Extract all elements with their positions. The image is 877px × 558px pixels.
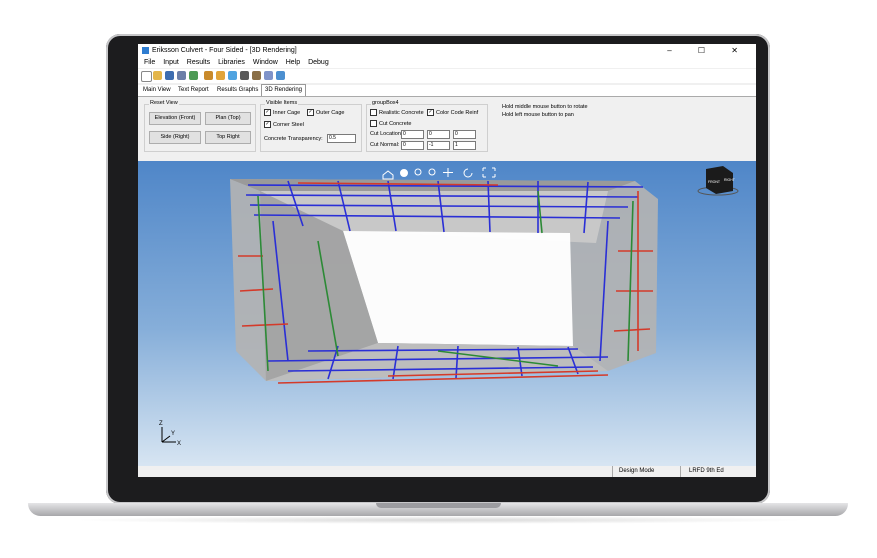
menu-bar: File Input Results Libraries Window Help… — [138, 57, 756, 68]
pencil-icon[interactable] — [216, 71, 225, 80]
reset-view-title: Reset View — [149, 100, 179, 106]
top-right-button[interactable]: Top Right — [205, 131, 251, 144]
app-icon — [142, 47, 149, 54]
view-cube[interactable]: FRONT RIGHT — [697, 166, 739, 196]
new-file-icon[interactable] — [141, 71, 152, 82]
plan-top-button[interactable]: Plan (Top) — [205, 112, 251, 125]
axis-y-label: Y — [171, 431, 175, 437]
check-icon: ✓ — [427, 109, 434, 116]
reset-view-group: Reset View Elevation (Front) Plan (Top) … — [144, 100, 256, 152]
window-title: Eriksson Culvert - Four Sided - [3D Rend… — [152, 47, 297, 54]
outer-cage-label: Outer Cage — [316, 109, 345, 116]
tools-icon[interactable] — [252, 71, 261, 80]
checkbox-box — [370, 120, 377, 127]
axis-x-label: X — [177, 441, 181, 447]
control-panel: Reset View Elevation (Front) Plan (Top) … — [138, 97, 756, 159]
cut-concrete-checkbox[interactable]: Cut Concrete — [370, 120, 411, 128]
cube-right-label: RIGHT — [724, 178, 736, 182]
menu-debug[interactable]: Debug — [308, 59, 329, 66]
status-mode: Design Mode — [612, 466, 685, 477]
tab-strip: Main View Text Report Results Graphs 3D … — [138, 84, 756, 97]
zoom-in-icon[interactable] — [414, 168, 422, 176]
zoom-window-icon[interactable] — [400, 169, 408, 177]
cube-front-label: FRONT — [708, 180, 721, 184]
status-code: LRFD 9th Ed — [680, 466, 756, 477]
menu-libraries[interactable]: Libraries — [218, 59, 245, 66]
culvert-opening — [343, 231, 573, 346]
menu-help[interactable]: Help — [286, 59, 300, 66]
realistic-concrete-checkbox[interactable]: Realistic Concrete — [370, 109, 424, 117]
check-icon: ✓ — [307, 109, 314, 116]
inner-cage-checkbox[interactable]: ✓ Inner Cage — [264, 109, 300, 117]
tab-main-view[interactable]: Main View — [140, 85, 174, 95]
window-icon[interactable] — [276, 71, 285, 80]
outer-cage-checkbox[interactable]: ✓ Outer Cage — [307, 109, 344, 117]
checkbox-box — [370, 109, 377, 116]
menu-window[interactable]: Window — [253, 59, 278, 66]
transparency-label: Concrete Transparency: — [264, 136, 323, 142]
cut-normal-z-input[interactable]: 1 — [453, 141, 476, 150]
cut-normal-x-input[interactable]: 0 — [401, 141, 424, 150]
cut-location-x-input[interactable]: 0 — [401, 130, 424, 139]
cut-location-y-input[interactable]: 0 — [427, 130, 450, 139]
cut-location-label: Cut Location: — [370, 131, 403, 137]
transparency-input[interactable]: 0.5 — [327, 134, 356, 143]
title-bar: Eriksson Culvert - Four Sided - [3D Rend… — [138, 44, 756, 57]
menu-results[interactable]: Results — [187, 59, 210, 66]
elevation-front-button[interactable]: Elevation (Front) — [149, 112, 201, 125]
hint-rotate: Hold middle mouse button to rotate — [502, 104, 588, 110]
axis-z-label: Z — [159, 421, 163, 427]
laptop-shadow — [70, 516, 810, 524]
cut-normal-y-input[interactable]: -1 — [427, 141, 450, 150]
pan-icon[interactable] — [443, 168, 453, 177]
side-right-button[interactable]: Side (Right) — [149, 131, 201, 144]
cut-concrete-label: Cut Concrete — [379, 120, 412, 127]
inner-cage-label: Inner Cage — [273, 109, 301, 116]
visible-items-group: Visible Items ✓ Inner Cage ✓ Outer Cage ✓ C… — [260, 100, 362, 152]
cut-normal-label: Cut Normal: — [370, 142, 400, 148]
color-code-reinf-checkbox[interactable]: ✓ Color Code Reinf — [427, 109, 478, 117]
report-icon[interactable] — [264, 71, 273, 80]
rotate-icon[interactable] — [463, 168, 473, 178]
save-icon[interactable] — [165, 71, 174, 80]
window-controls[interactable]: – ☐ ✕ — [667, 44, 750, 57]
groupbox4-title: groupBox4 — [371, 100, 400, 106]
menu-input[interactable]: Input — [163, 59, 179, 66]
diamond-icon[interactable] — [228, 71, 237, 80]
laptop-notch — [376, 503, 501, 508]
check-icon: ✓ — [264, 109, 271, 116]
tab-3d-rendering[interactable]: 3D Rendering — [261, 84, 307, 96]
culvert-rendering: FRONT RIGHT Z Y X — [159, 166, 739, 447]
realistic-concrete-label: Realistic Concrete — [379, 109, 424, 116]
zoom-icon[interactable] — [428, 168, 436, 176]
print-icon[interactable] — [177, 71, 186, 80]
check-icon: ✓ — [264, 121, 271, 128]
corner-steel-label: Corner Steel — [273, 121, 304, 128]
tab-text-report[interactable]: Text Report — [175, 85, 212, 95]
color-code-reinf-label: Color Code Reinf — [436, 109, 479, 116]
toolbar — [138, 69, 756, 83]
app-window: Eriksson Culvert - Four Sided - [3D Rend… — [138, 44, 756, 477]
open-folder-icon[interactable] — [153, 71, 162, 80]
cut-location-z-input[interactable]: 0 — [453, 130, 476, 139]
axis-triad: Z Y X — [159, 421, 181, 447]
status-bar: Design Mode LRFD 9th Ed — [138, 466, 756, 477]
fit-view-icon[interactable] — [482, 167, 496, 178]
export-icon[interactable] — [189, 71, 198, 80]
groupbox4-group: groupBox4 Realistic Concrete ✓ Color Code… — [366, 100, 488, 152]
hint-pan: Hold left mouse button to pan — [502, 112, 574, 118]
view-toolbar[interactable] — [382, 167, 496, 180]
home-icon[interactable] — [382, 170, 394, 180]
gear-icon[interactable] — [204, 71, 213, 80]
calculator-icon[interactable] — [240, 71, 249, 80]
visible-items-title: Visible Items — [265, 100, 299, 106]
menu-file[interactable]: File — [144, 59, 155, 66]
3d-viewport[interactable]: FRONT RIGHT Z Y X — [138, 161, 756, 466]
tab-results-graphs[interactable]: Results Graphs — [214, 85, 261, 95]
corner-steel-checkbox[interactable]: ✓ Corner Steel — [264, 121, 304, 129]
